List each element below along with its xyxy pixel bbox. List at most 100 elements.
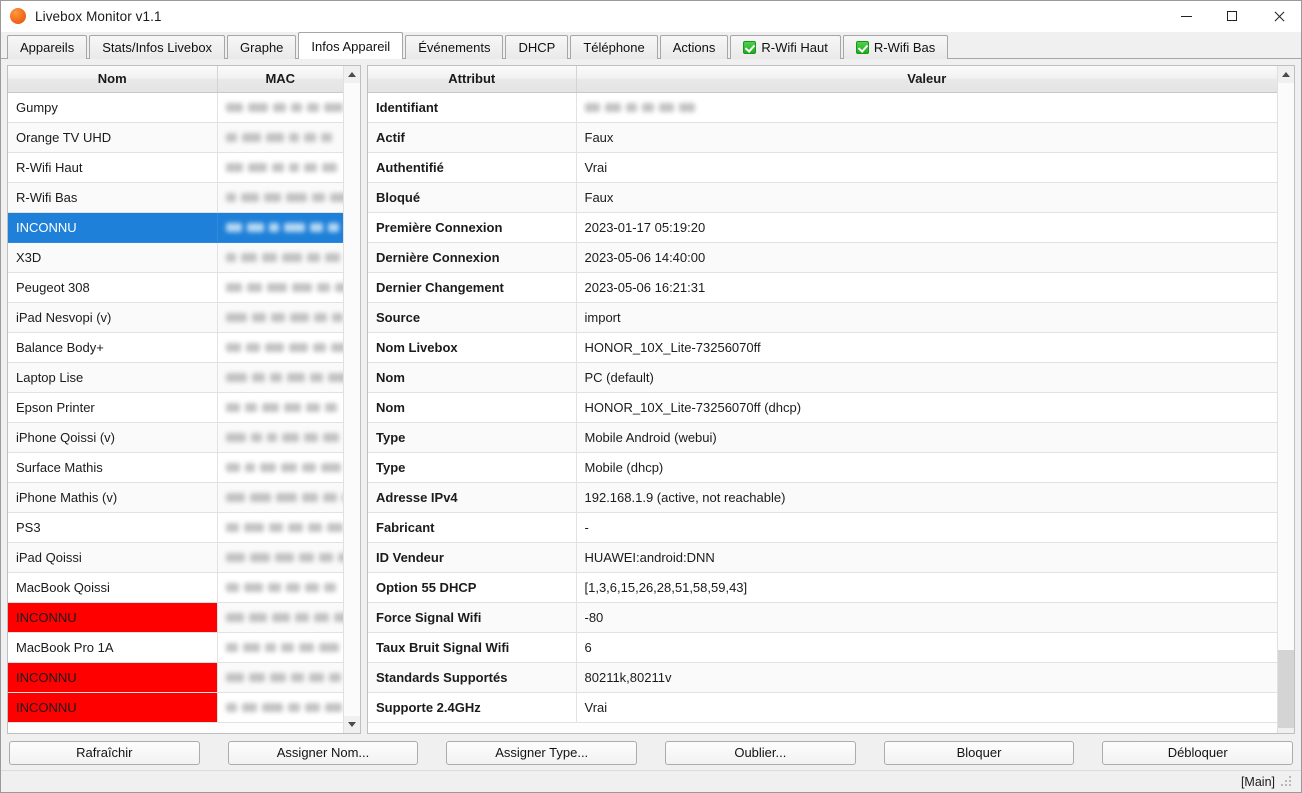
- device-row[interactable]: INCONNU: [8, 212, 343, 243]
- device-mac-cell[interactable]: [217, 332, 343, 363]
- device-name-cell[interactable]: R-Wifi Haut: [8, 152, 218, 183]
- device-mac-cell[interactable]: [217, 422, 343, 453]
- tab-stats-infos-livebox[interactable]: Stats/Infos Livebox: [89, 35, 226, 59]
- info-row[interactable]: Authentifié Vrai: [368, 152, 1277, 183]
- device-row[interactable]: X3D: [8, 242, 343, 273]
- minimize-icon[interactable]: [1163, 1, 1209, 32]
- info-value-cell[interactable]: 80211k,80211v: [576, 662, 1277, 693]
- device-row[interactable]: Balance Body+: [8, 332, 343, 363]
- info-row[interactable]: Standards Supportés 80211k,80211v: [368, 662, 1277, 693]
- device-mac-cell[interactable]: [217, 242, 343, 273]
- info-row[interactable]: Supporte 2.4GHz Vrai: [368, 692, 1277, 723]
- device-row[interactable]: MacBook Pro 1A: [8, 632, 343, 663]
- info-value-cell[interactable]: 192.168.1.9 (active, not reachable): [576, 482, 1277, 513]
- device-mac-cell[interactable]: [217, 632, 343, 663]
- scroll-up-icon[interactable]: [344, 66, 360, 83]
- info-value-cell[interactable]: HONOR_10X_Lite-73256070ff (dhcp): [576, 392, 1277, 423]
- device-name-cell[interactable]: MacBook Qoissi: [8, 572, 218, 603]
- device-row[interactable]: iPad Qoissi: [8, 542, 343, 573]
- device-row[interactable]: R-Wifi Bas: [8, 182, 343, 213]
- tab-infos-appareil[interactable]: Infos Appareil: [298, 32, 404, 59]
- info-row[interactable]: Force Signal Wifi -80: [368, 602, 1277, 633]
- close-icon[interactable]: [1255, 1, 1301, 32]
- device-row[interactable]: Laptop Lise: [8, 362, 343, 393]
- info-scroll-thumb[interactable]: [1278, 650, 1294, 728]
- info-value-cell[interactable]: 2023-05-06 14:40:00: [576, 242, 1277, 273]
- info-row[interactable]: Actif Faux: [368, 122, 1277, 153]
- device-mac-cell[interactable]: [217, 542, 343, 573]
- info-row[interactable]: Nom PC (default): [368, 362, 1277, 393]
- device-name-cell[interactable]: Peugeot 308: [8, 272, 218, 303]
- device-row[interactable]: Peugeot 308: [8, 272, 343, 303]
- bloquer-button[interactable]: Bloquer: [883, 740, 1075, 765]
- device-name-cell[interactable]: iPhone Qoissi (v): [8, 422, 218, 453]
- info-row[interactable]: Première Connexion 2023-01-17 05:19:20: [368, 212, 1277, 243]
- device-name-cell[interactable]: iPhone Mathis (v): [8, 482, 218, 513]
- device-scroll-track[interactable]: [344, 83, 360, 716]
- info-row[interactable]: Type Mobile (dhcp): [368, 452, 1277, 483]
- assigner-nom-button[interactable]: Assigner Nom...: [227, 740, 419, 765]
- device-name-cell[interactable]: Gumpy: [8, 92, 218, 123]
- column-header-mac[interactable]: MAC: [217, 66, 343, 93]
- device-name-cell[interactable]: Orange TV UHD: [8, 122, 218, 153]
- info-row[interactable]: Bloqué Faux: [368, 182, 1277, 213]
- checkbox-checked-icon[interactable]: [743, 41, 757, 54]
- tab-t-l-phone[interactable]: Téléphone: [570, 35, 658, 59]
- device-row[interactable]: Surface Mathis: [8, 452, 343, 483]
- info-row[interactable]: Adresse IPv4 192.168.1.9 (active, not rea…: [368, 482, 1277, 513]
- maximize-icon[interactable]: [1209, 1, 1255, 32]
- device-mac-cell[interactable]: [217, 302, 343, 333]
- device-row[interactable]: INCONNU: [8, 662, 343, 693]
- info-value-cell[interactable]: Mobile (dhcp): [576, 452, 1277, 483]
- info-value-cell[interactable]: 2023-05-06 16:21:31: [576, 272, 1277, 303]
- device-row[interactable]: Gumpy: [8, 92, 343, 123]
- info-row[interactable]: Dernière Connexion 2023-05-06 14:40:00: [368, 242, 1277, 273]
- scroll-down-icon[interactable]: [344, 716, 360, 733]
- device-mac-cell[interactable]: [217, 662, 343, 693]
- tab-r-wifi-bas[interactable]: R-Wifi Bas: [842, 35, 949, 59]
- info-row[interactable]: Dernier Changement 2023-05-06 16:21:31: [368, 272, 1277, 303]
- info-value-cell[interactable]: Faux: [576, 122, 1277, 153]
- device-name-cell[interactable]: Balance Body+: [8, 332, 218, 363]
- tab-actions[interactable]: Actions: [659, 35, 729, 59]
- d-bloquer-button[interactable]: Débloquer: [1102, 740, 1294, 765]
- device-mac-cell[interactable]: [217, 92, 343, 123]
- device-name-cell[interactable]: R-Wifi Bas: [8, 182, 218, 213]
- info-value-cell[interactable]: 6: [576, 632, 1277, 663]
- info-row[interactable]: Type Mobile Android (webui): [368, 422, 1277, 453]
- device-mac-cell[interactable]: [217, 452, 343, 483]
- info-value-cell[interactable]: [576, 92, 1277, 123]
- device-name-cell[interactable]: INCONNU: [8, 602, 218, 633]
- device-row[interactable]: Orange TV UHD: [8, 122, 343, 153]
- tab-appareils[interactable]: Appareils: [7, 35, 88, 59]
- device-mac-cell[interactable]: [217, 392, 343, 423]
- scroll-up-icon[interactable]: [1278, 66, 1294, 83]
- device-name-cell[interactable]: Laptop Lise: [8, 362, 218, 393]
- device-row[interactable]: MacBook Qoissi: [8, 572, 343, 603]
- info-value-cell[interactable]: Mobile Android (webui): [576, 422, 1277, 453]
- device-mac-cell[interactable]: [217, 602, 343, 633]
- device-mac-cell[interactable]: [217, 362, 343, 393]
- info-value-cell[interactable]: Vrai: [576, 692, 1277, 723]
- info-row[interactable]: Source import: [368, 302, 1277, 333]
- device-name-cell[interactable]: INCONNU: [8, 662, 218, 693]
- device-name-cell[interactable]: Epson Printer: [8, 392, 218, 423]
- column-header-attribut[interactable]: Attribut: [368, 66, 577, 93]
- info-row[interactable]: Nom HONOR_10X_Lite-73256070ff (dhcp): [368, 392, 1277, 423]
- device-row[interactable]: R-Wifi Haut: [8, 152, 343, 183]
- device-row[interactable]: iPhone Mathis (v): [8, 482, 343, 513]
- checkbox-checked-icon[interactable]: [855, 41, 869, 54]
- info-value-cell[interactable]: 2023-01-17 05:19:20: [576, 212, 1277, 243]
- info-row[interactable]: Option 55 DHCP [1,3,6,15,26,28,51,58,59,4…: [368, 572, 1277, 603]
- info-row[interactable]: Nom Livebox HONOR_10X_Lite-73256070ff: [368, 332, 1277, 363]
- device-name-cell[interactable]: PS3: [8, 512, 218, 543]
- device-name-cell[interactable]: INCONNU: [8, 212, 218, 243]
- device-mac-cell[interactable]: [217, 152, 343, 183]
- device-mac-cell[interactable]: [217, 572, 343, 603]
- device-info-scrollbar[interactable]: [1277, 66, 1294, 733]
- column-header-nom[interactable]: Nom: [8, 66, 218, 93]
- tab-graphe[interactable]: Graphe: [227, 35, 297, 59]
- device-mac-cell[interactable]: [217, 272, 343, 303]
- info-scroll-track[interactable]: [1278, 83, 1294, 728]
- info-row[interactable]: ID Vendeur HUAWEI:android:DNN: [368, 542, 1277, 573]
